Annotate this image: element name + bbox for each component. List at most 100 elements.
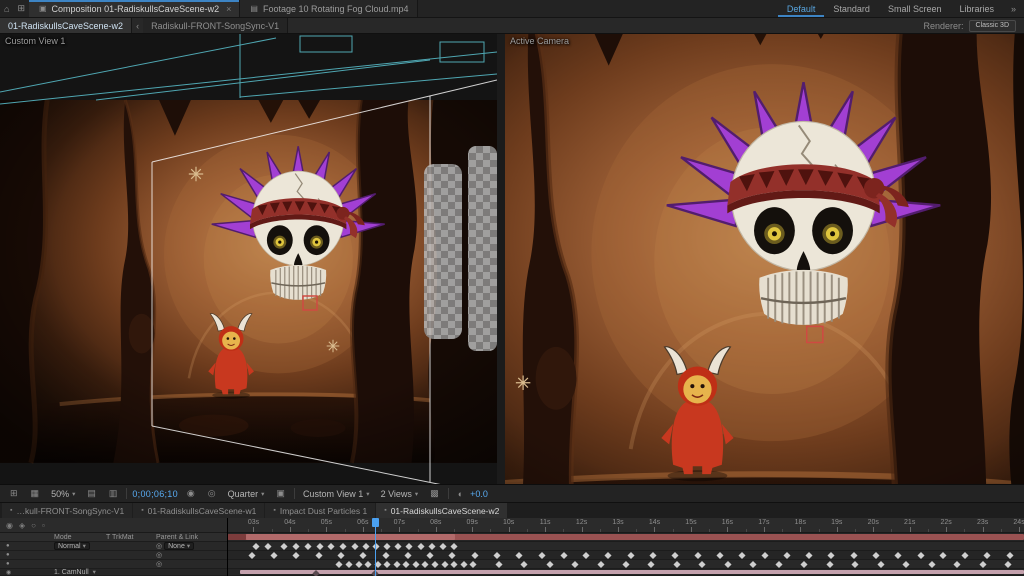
keyframe-diamond[interactable] [560,551,568,560]
keyframe-diamond[interactable] [460,560,468,569]
snapshot-icon[interactable]: ◉ [183,488,199,499]
layer-row[interactable]: ● Normal ▾ ◎ None ▾ [0,542,227,551]
keyframe-diamond[interactable] [622,560,630,569]
view-layout-dropdown[interactable]: 2 Views ▾ [378,489,422,499]
keyframe-diamond[interactable] [335,560,343,569]
timeline-tab-songsync[interactable]: ▪ …kull-FRONT-SongSync-V1 [2,503,133,518]
keyframe-diamond[interactable] [902,560,910,569]
keyframe-diamond[interactable] [872,551,880,560]
keyframe-diamond[interactable] [354,560,363,569]
channels-icon[interactable]: ◎ [204,488,220,499]
keyframe-diamond[interactable] [327,542,336,551]
keyframe-diamond[interactable] [339,542,347,551]
parent-dropdown[interactable]: None ▾ [164,542,195,551]
keyframe-diamond[interactable] [405,542,414,551]
keyframe-diamond[interactable] [961,551,969,560]
workspace-small-screen[interactable]: Small Screen [879,0,951,17]
keyframe-diamond[interactable] [337,551,345,560]
keyframe-diamond[interactable] [546,560,554,569]
view-dropdown[interactable]: Custom View 1 ▾ [300,489,373,499]
keyframe-diamond[interactable] [351,542,359,551]
keyframe-diamond[interactable] [292,542,300,551]
keyframe-diamond[interactable] [450,560,458,569]
keyframe-diamond[interactable] [596,560,605,569]
close-icon[interactable]: × [226,4,231,14]
keyframe-diamond[interactable] [440,560,449,569]
timeline-track[interactable] [228,542,1024,551]
keyframe-diamond[interactable] [515,551,523,560]
keyframe-diamond[interactable] [280,542,288,551]
keyframe-diamond[interactable] [775,560,783,569]
workspace-overflow-icon[interactable]: » [1003,0,1024,17]
keyframe-diamond[interactable] [448,551,457,560]
pick-whip-icon[interactable]: ◎ [156,552,162,559]
keyframe-diamond[interactable] [315,542,324,551]
comp-tab-cavescene[interactable]: 01-RadiskullsCaveScene-w2 [0,18,133,33]
keyframe-diamond[interactable] [698,560,706,569]
timeline-tab-cavescene-w2[interactable]: ▪ 01-RadiskullsCaveScene-w2 [376,503,508,518]
keyframe-diamond[interactable] [783,551,791,560]
layer-row-camnull[interactable]: ◉ 1. CamNull ▾ [0,569,227,576]
keyframe-diamond[interactable] [827,551,835,560]
keyframe-diamond[interactable] [248,551,256,560]
keyframe-diamond[interactable] [383,542,391,551]
layer-duration-bar[interactable] [245,534,455,540]
timeline-tab-dust-particles[interactable]: ▪ Impact Dust Particles 1 [265,503,376,518]
keyframe-diamond[interactable] [362,542,370,551]
home-icon[interactable]: ⌂ [0,0,13,17]
eye-icon[interactable]: ◉ [6,569,11,576]
exposure-control[interactable]: ◐ +0.0 [454,489,488,499]
layer-duration-bar[interactable] [228,534,246,540]
keyframe-diamond[interactable] [439,542,447,551]
keyframe-diamond[interactable] [426,551,434,560]
zoom-icon[interactable]: ⊞ [6,488,22,499]
chevron-left-icon[interactable]: ‹ [132,18,143,33]
keyframe-diamond[interactable] [749,560,757,569]
keyframe-diamond[interactable] [364,560,372,569]
lock-icon[interactable]: ▫ [42,521,45,530]
eye-icon[interactable]: ● [6,552,10,558]
keyframe-diamond[interactable] [402,560,410,569]
keyframe-diamond[interactable] [979,560,987,569]
keyframe-diamond[interactable] [1006,551,1014,560]
keyframe-diamond[interactable] [760,551,769,560]
keyframe-diamond[interactable] [671,551,679,560]
keyframe-diamond[interactable] [877,560,885,569]
keyframe-diamond[interactable] [270,551,278,560]
keyframe-diamond[interactable] [826,560,834,569]
keyframe-diamond[interactable] [673,560,681,569]
keyframe-diamond[interactable] [571,560,579,569]
keyframe-diamond[interactable] [292,551,300,560]
parent-link-column-header[interactable]: Parent & Link [156,534,227,541]
keyframe-diamond[interactable] [582,551,590,560]
trkmat-column-header[interactable]: T TrkMat [106,534,156,541]
keyframe-diamond[interactable] [538,551,546,560]
keyframe-diamond[interactable] [520,560,528,569]
keyframe-diamond[interactable] [315,551,323,560]
viewport-divider[interactable] [497,34,505,484]
viewport-canvas-left[interactable] [0,34,497,484]
workspace-default[interactable]: Default [778,0,825,17]
magnification-dropdown[interactable]: 50% ▾ [48,489,78,499]
keyframe-diamond[interactable] [495,560,503,569]
keyframe-diamond[interactable] [359,551,367,560]
comp-tab-songsync[interactable]: Radiskull-FRONT-SongSync-V1 [143,18,289,33]
blend-mode-dropdown[interactable]: Normal ▾ [54,542,90,550]
workspace-libraries[interactable]: Libraries [950,0,1003,17]
pixel-aspect-icon[interactable]: ▩ [426,488,443,499]
mode-column-header[interactable]: Mode [54,534,106,541]
keyframe-diamond[interactable] [800,560,808,569]
viewport-custom-view[interactable]: Custom View 1 [0,34,497,484]
keyframe-diamond[interactable] [916,551,925,560]
keyframe-diamond[interactable] [493,551,501,560]
viewport-canvas-right[interactable] [505,34,1024,484]
keyframe-diamond[interactable] [417,542,425,551]
keyframe-diamond[interactable] [394,542,402,551]
playhead[interactable] [372,518,380,576]
keyframe-diamond[interactable] [939,551,947,560]
keyframe-diamond[interactable] [1004,560,1012,569]
keyframe-diamond[interactable] [345,560,353,569]
keyframe-diamond[interactable] [383,560,391,569]
keyframe-diamond[interactable] [983,551,991,560]
keyframe-diamond[interactable] [851,560,859,569]
